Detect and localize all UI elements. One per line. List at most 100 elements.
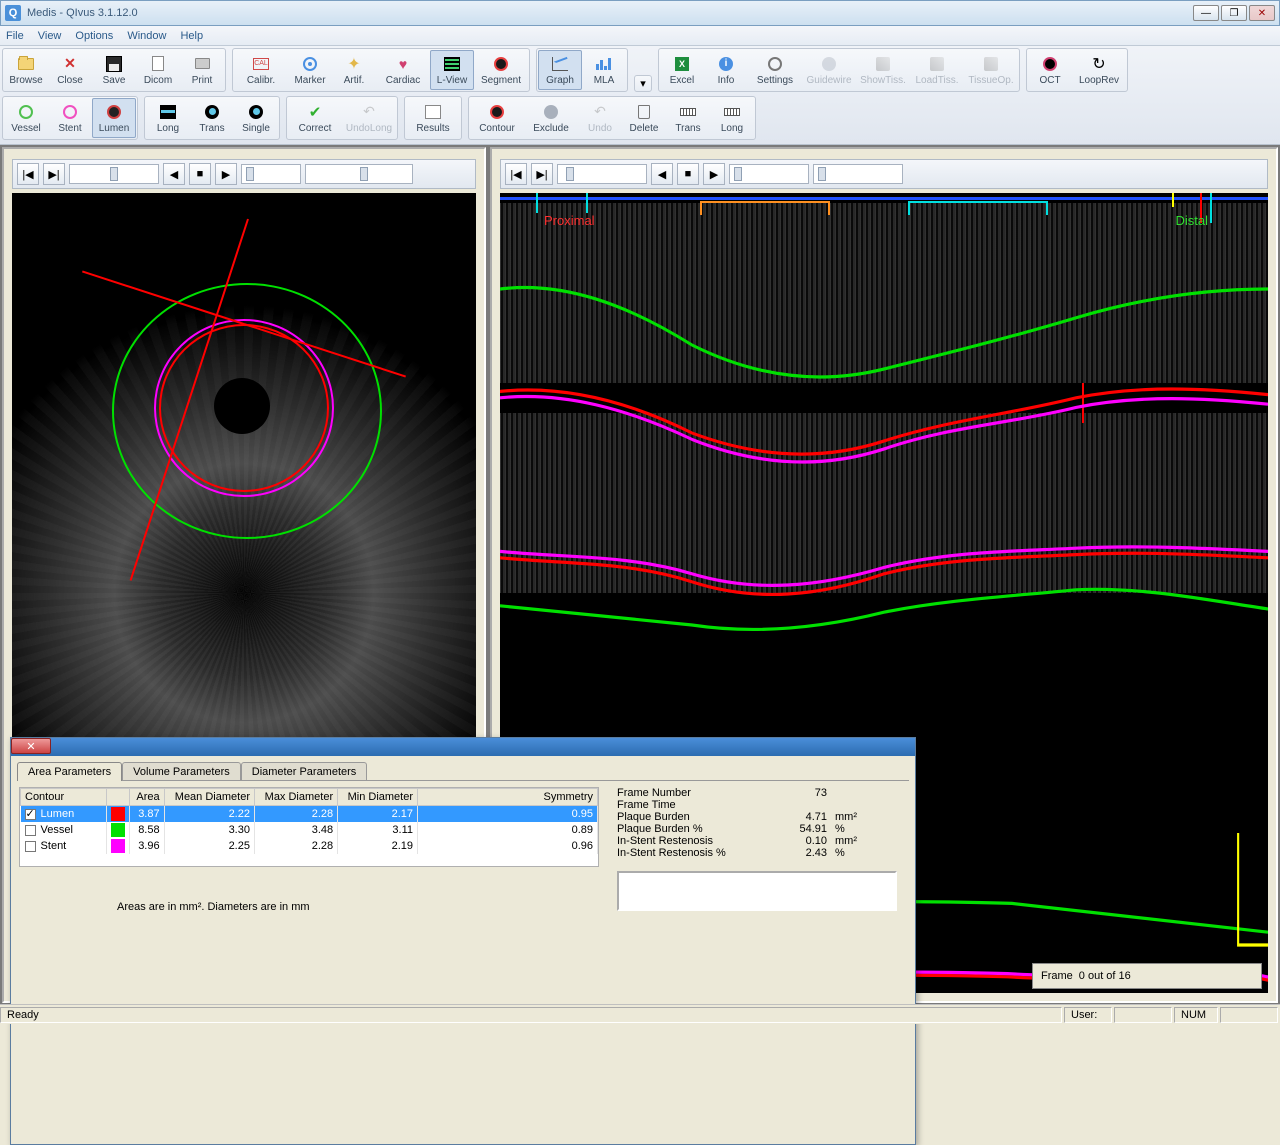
dialog-close-button[interactable]: ✕	[11, 738, 51, 754]
marker-button[interactable]: Marker	[288, 50, 332, 90]
long-play-fwd-button[interactable]: ▶	[703, 163, 725, 185]
status-user-label: User:	[1064, 1007, 1112, 1023]
results-button[interactable]: Results	[406, 98, 460, 138]
lview-button[interactable]: L-View	[430, 50, 474, 90]
oct-button[interactable]: OCT	[1028, 50, 1072, 90]
dialog-titlebar[interactable]: ✕	[11, 738, 915, 756]
stent-button[interactable]: Stent	[48, 98, 92, 138]
status-user-value	[1114, 1007, 1172, 1023]
exclude-button[interactable]: Exclude	[524, 98, 578, 138]
app-icon: Q	[5, 5, 21, 21]
dialog-body: ContourAreaMean DiameterMax DiameterMin …	[17, 780, 909, 920]
undo-button: ↶Undo	[578, 98, 622, 138]
row-checkbox[interactable]	[25, 809, 36, 820]
showtiss-button: ShowTiss.	[856, 50, 910, 90]
row-checkbox[interactable]	[25, 841, 36, 852]
info-button[interactable]: iInfo	[704, 50, 748, 90]
first-frame-button[interactable]: |◀	[17, 163, 39, 185]
parameters-table-wrap: ContourAreaMean DiameterMax DiameterMin …	[19, 787, 599, 867]
print-button[interactable]: Print	[180, 50, 224, 90]
mla-button[interactable]: MLA	[582, 50, 626, 90]
longm-button[interactable]: Long	[710, 98, 754, 138]
menu-bar: File View Options Window Help	[0, 26, 1280, 46]
mla-dropdown[interactable]: ▾	[636, 77, 650, 90]
guidewire-button: Guidewire	[802, 50, 856, 90]
color-swatch	[111, 823, 125, 837]
play-back-button[interactable]: ◀	[163, 163, 185, 185]
color-swatch	[111, 839, 125, 853]
frame-value: 0 out of 16	[1079, 970, 1131, 982]
dicom-button[interactable]: Dicom	[136, 50, 180, 90]
table-row[interactable]: Stent3.962.252.282.190.96	[21, 838, 598, 854]
undolong-button: ↶UndoLong	[342, 98, 396, 138]
close-window-button[interactable]: ✕	[1249, 5, 1275, 21]
units-note: Areas are in mm². Diameters are in mm	[117, 901, 310, 913]
cross-viewbar: |◀ ▶| ◀ ■ ▶	[12, 159, 476, 189]
row-checkbox[interactable]	[25, 825, 36, 836]
trans-button[interactable]: Trans	[190, 98, 234, 138]
graph-button[interactable]: Graph	[538, 50, 582, 90]
frame-slider[interactable]	[69, 164, 159, 184]
menu-options[interactable]: Options	[75, 30, 113, 42]
long-speed-slider[interactable]	[729, 164, 809, 184]
long-play-back-button[interactable]: ◀	[651, 163, 673, 185]
excel-button[interactable]: XExcel	[660, 50, 704, 90]
status-bar: Ready User: NUM	[0, 1004, 1280, 1024]
work-area: |◀ ▶| ◀ ■ ▶ |◀ ▶|	[0, 145, 1280, 1005]
status-num: NUM	[1174, 1007, 1218, 1023]
toolbar-row-2: VesselStentLumenLongTransSingle✔Correct↶…	[2, 96, 1278, 140]
contourd-button[interactable]: Contour	[470, 98, 524, 138]
tab-diameter-parameters[interactable]: Diameter Parameters	[241, 762, 368, 781]
color-swatch	[111, 807, 125, 821]
artif-button[interactable]: ✦Artif.	[332, 50, 376, 90]
lumen-button[interactable]: Lumen	[92, 98, 136, 138]
long-viewbar: |◀ ▶| ◀ ■ ▶	[500, 159, 1268, 189]
parameters-table[interactable]: ContourAreaMean DiameterMax DiameterMin …	[20, 788, 598, 854]
looprev-button[interactable]: ↻LoopRev	[1072, 50, 1126, 90]
minimize-button[interactable]: —	[1193, 5, 1219, 21]
cardiac-button[interactable]: ♥Cardiac	[376, 50, 430, 90]
single-button[interactable]: Single	[234, 98, 278, 138]
last-frame-button[interactable]: ▶|	[43, 163, 65, 185]
frame-counter-box: Frame 0 out of 16	[1032, 963, 1262, 989]
menu-help[interactable]: Help	[180, 30, 203, 42]
calibr-button[interactable]: CALCalibr.	[234, 50, 288, 90]
menu-window[interactable]: Window	[127, 30, 166, 42]
table-row[interactable]: Lumen3.872.222.282.170.95	[21, 806, 598, 823]
status-extra	[1220, 1007, 1278, 1023]
tab-volume-parameters[interactable]: Volume Parameters	[122, 762, 241, 781]
correct-button[interactable]: ✔Correct	[288, 98, 342, 138]
zoom-slider[interactable]	[305, 164, 413, 184]
long-zoom-slider[interactable]	[813, 164, 903, 184]
close-button[interactable]: ✕Close	[48, 50, 92, 90]
delete-button[interactable]: Delete	[622, 98, 666, 138]
save-button[interactable]: Save	[92, 50, 136, 90]
menu-file[interactable]: File	[6, 30, 24, 42]
stop-button[interactable]: ■	[189, 163, 211, 185]
long-stop-button[interactable]: ■	[677, 163, 699, 185]
table-row[interactable]: Vessel8.583.303.483.110.89	[21, 822, 598, 838]
window-title: Medis - QIvus 3.1.12.0	[27, 7, 138, 19]
long-last-button[interactable]: ▶|	[531, 163, 553, 185]
tissueop-button: TissueOp.	[964, 50, 1018, 90]
play-fwd-button[interactable]: ▶	[215, 163, 237, 185]
status-ready: Ready	[0, 1007, 1062, 1023]
speed-slider[interactable]	[241, 164, 301, 184]
title-bar: Q Medis - QIvus 3.1.12.0 — ❐ ✕	[0, 0, 1280, 26]
tab-area-parameters[interactable]: Area Parameters	[17, 762, 122, 781]
maximize-button[interactable]: ❐	[1221, 5, 1247, 21]
menu-view[interactable]: View	[38, 30, 62, 42]
comment-textbox[interactable]	[617, 871, 897, 911]
long-first-button[interactable]: |◀	[505, 163, 527, 185]
long-frame-slider[interactable]	[557, 164, 647, 184]
toolbar-row-1: Browse✕CloseSaveDicomPrintCALCalibr.Mark…	[2, 48, 1278, 92]
browse-button[interactable]: Browse	[4, 50, 48, 90]
vessel-button[interactable]: Vessel	[4, 98, 48, 138]
frame-info: Frame Number73Frame TimePlaque Burden4.7…	[617, 787, 897, 859]
settings-button[interactable]: Settings	[748, 50, 802, 90]
toolbar-area: Browse✕CloseSaveDicomPrintCALCalibr.Mark…	[0, 46, 1280, 145]
long-button[interactable]: Long	[146, 98, 190, 138]
segment-button[interactable]: Segment	[474, 50, 528, 90]
transm-button[interactable]: Trans	[666, 98, 710, 138]
results-dialog: ✕ Area Parameters Volume Parameters Diam…	[10, 737, 916, 1145]
